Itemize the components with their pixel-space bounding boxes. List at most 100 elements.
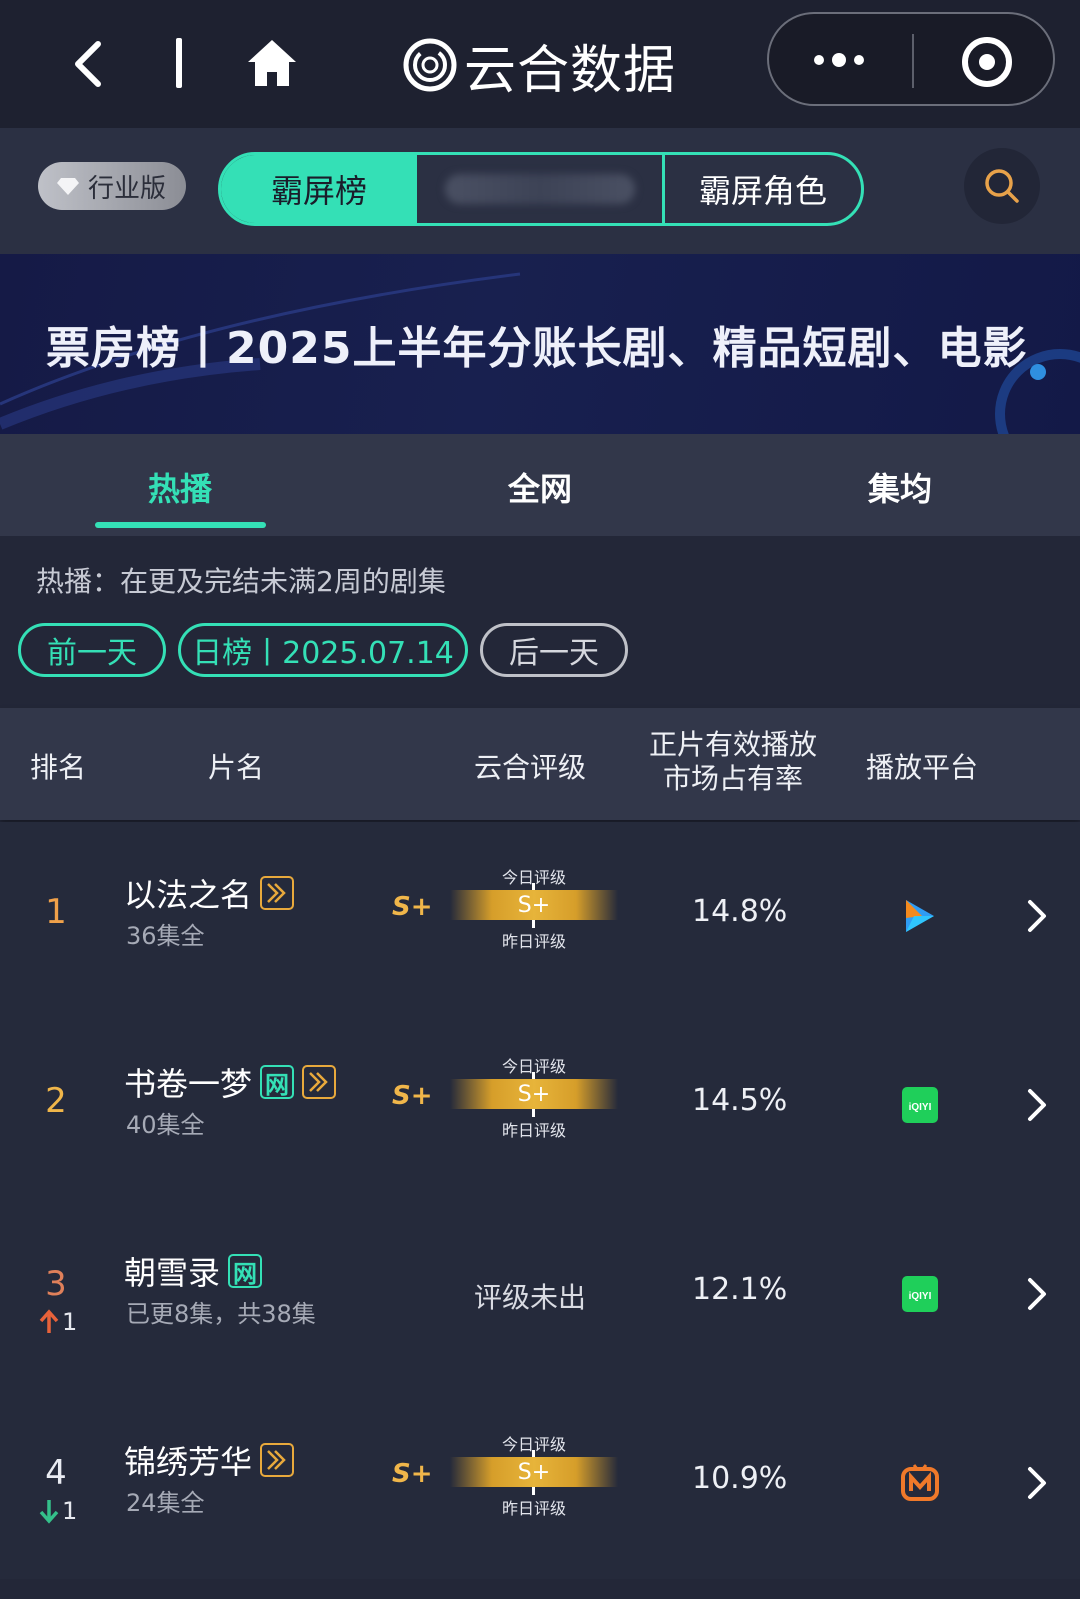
- chevron-right-icon[interactable]: [1026, 1276, 1048, 1312]
- vip-play-icon: [260, 1443, 295, 1477]
- search-icon: [985, 169, 1019, 203]
- mango-tv-icon[interactable]: [900, 1463, 940, 1503]
- tab-hot-airing[interactable]: 热播: [148, 464, 212, 510]
- ranking-type-segmented-control: 霸屏榜 霸屏角色: [218, 152, 864, 226]
- rank-change: 1: [38, 1497, 77, 1525]
- yunhe-logo-icon: [403, 38, 457, 92]
- vip-play-icon: [302, 1065, 337, 1099]
- promo-banner[interactable]: 票房榜丨2025上半年分账长剧、精品短剧、电影: [0, 254, 1080, 434]
- app-title-group: 云合数据: [402, 30, 677, 101]
- industry-edition-badge[interactable]: 行业版: [38, 162, 186, 210]
- close-miniprogram-icon[interactable]: [959, 34, 1015, 90]
- market-share: 14.8%: [692, 894, 788, 929]
- tab-episode-average[interactable]: 集均: [868, 464, 932, 510]
- header-market-share-line1: 正片有效播放: [648, 728, 817, 761]
- market-share: 10.9%: [692, 1461, 788, 1496]
- ranking-description: 热播：在更及完结未满2周的剧集: [36, 565, 446, 598]
- more-dots-icon[interactable]: [809, 42, 869, 78]
- home-icon[interactable]: [244, 36, 300, 90]
- show-title-text: 以法之名: [124, 876, 253, 914]
- market-share: 14.5%: [692, 1083, 788, 1118]
- yesterday-marker: [532, 920, 535, 928]
- yesterday-marker: [532, 1487, 535, 1495]
- capsule-divider: [912, 34, 914, 88]
- rank-number: 3: [45, 1264, 67, 1304]
- date-selector[interactable]: 日榜丨2025.07.14: [178, 623, 468, 677]
- edition-label: 行业版: [88, 173, 167, 204]
- rating-bar: S+: [450, 1457, 618, 1487]
- table-row[interactable]: 1 以法之名 36集全 S+ 今日评级 S+ 昨日评级 14.8%: [0, 822, 1080, 1012]
- rating-bar: S+: [450, 1079, 618, 1109]
- app-title: 云合数据: [464, 40, 677, 101]
- rating-not-available: 评级未出: [474, 1281, 587, 1314]
- iqiyi-icon[interactable]: iQIYI: [900, 1085, 940, 1125]
- rank-change: 1: [38, 1308, 77, 1336]
- header-platform: 播放平台: [866, 751, 979, 784]
- show-title[interactable]: 朝雪录网: [124, 1248, 263, 1294]
- show-title[interactable]: 锦绣芳华: [124, 1437, 295, 1483]
- miniprogram-capsule: [767, 12, 1055, 106]
- web-series-tag: 网: [260, 1065, 295, 1099]
- market-share: 12.1%: [692, 1272, 788, 1307]
- svg-text:iQIYI: iQIYI: [909, 1102, 932, 1113]
- blurred-label: [444, 174, 635, 204]
- table-row[interactable]: 3 1 朝雪录网已更8集，共38集 评级未出 12.1% iQIYI: [0, 1200, 1080, 1390]
- table-row[interactable]: 2 书卷一梦网 40集全 S+ 今日评级 S+ 昨日评级 14.5% iQIYI: [0, 1011, 1080, 1201]
- rank-number: 4: [45, 1453, 67, 1493]
- header-rank: 排名: [30, 751, 87, 784]
- rating-grade: S+: [392, 1081, 433, 1111]
- vip-play-icon: [260, 876, 295, 910]
- rank-number: 2: [45, 1081, 67, 1121]
- header-rating: 云合评级: [474, 751, 587, 784]
- segment-dominance-role[interactable]: 霸屏角色: [665, 155, 861, 223]
- rating-comparison-bar: 今日评级 S+ 昨日评级: [450, 864, 618, 952]
- svg-text:iQIYI: iQIYI: [909, 1291, 932, 1302]
- arrow-up-icon: [39, 1309, 59, 1333]
- episode-info: 24集全: [126, 1489, 205, 1517]
- yesterday-rating-label: 昨日评级: [501, 932, 566, 951]
- nav-divider: [176, 38, 182, 88]
- diamond-icon: [57, 178, 79, 195]
- segment-blurred[interactable]: [417, 155, 665, 223]
- arrow-down-icon: [39, 1500, 59, 1524]
- top-navigation-bar: 云合数据: [0, 0, 1080, 128]
- filter-bar: 行业版 霸屏榜 霸屏角色: [0, 128, 1080, 254]
- yesterday-rating-label: 昨日评级: [501, 1121, 566, 1140]
- back-arrow-icon[interactable]: [62, 38, 118, 90]
- header-title: 片名: [208, 751, 265, 784]
- rating-comparison-bar: 今日评级 S+ 昨日评级: [450, 1431, 618, 1519]
- show-title-text: 锦绣芳华: [124, 1443, 253, 1481]
- yesterday-rating-label: 昨日评级: [501, 1499, 566, 1518]
- show-title[interactable]: 书卷一梦网: [124, 1059, 337, 1105]
- banner-title: 票房榜丨2025上半年分账长剧、精品短剧、电影: [46, 323, 1028, 374]
- next-day-button[interactable]: 后一天: [480, 623, 628, 677]
- chevron-right-icon[interactable]: [1026, 1465, 1048, 1501]
- chevron-right-icon[interactable]: [1026, 1087, 1048, 1123]
- table-row[interactable]: 4 1 锦绣芳华 24集全 S+ 今日评级 S+ 昨日评级 10.9%: [0, 1389, 1080, 1579]
- show-title-text: 书卷一梦: [124, 1065, 253, 1103]
- show-title-text: 朝雪录: [124, 1254, 221, 1292]
- chevron-right-icon[interactable]: [1026, 898, 1048, 934]
- episode-info: 40集全: [126, 1111, 205, 1139]
- rank-change-value: 1: [62, 1497, 78, 1525]
- rank-change-value: 1: [62, 1308, 78, 1336]
- prev-day-button[interactable]: 前一天: [18, 623, 166, 677]
- rating-grade: S+: [392, 1459, 433, 1489]
- table-header: 排名 片名 云合评级 正片有效播放 市场占有率 播放平台: [0, 708, 1080, 820]
- header-market-share-line2: 市场占有率: [662, 762, 803, 795]
- rating-comparison-bar: 今日评级 S+ 昨日评级: [450, 1053, 618, 1141]
- rank-number: 1: [45, 892, 67, 932]
- header-market-share: 正片有效播放 市场占有率: [648, 728, 818, 796]
- iqiyi-icon[interactable]: iQIYI: [900, 1274, 940, 1314]
- segment-dominance-chart[interactable]: 霸屏榜: [221, 155, 417, 223]
- tab-whole-network[interactable]: 全网: [508, 464, 572, 510]
- show-title[interactable]: 以法之名: [124, 870, 295, 916]
- episode-info: 36集全: [126, 922, 205, 950]
- episode-info: 已更8集，共38集: [126, 1300, 316, 1328]
- search-button[interactable]: [964, 148, 1040, 224]
- tencent-video-icon[interactable]: [900, 896, 940, 936]
- web-series-tag: 网: [228, 1254, 263, 1288]
- rating-grade: S+: [392, 892, 433, 922]
- active-tab-indicator: [95, 522, 266, 528]
- ranking-tabs: 热播 全网 集均: [0, 434, 1080, 536]
